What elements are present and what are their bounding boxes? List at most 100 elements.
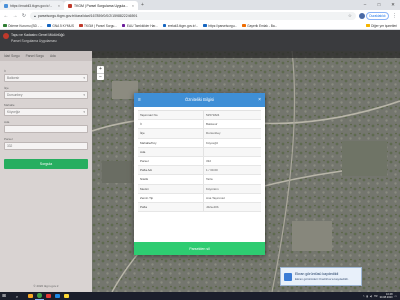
ilce-value: Dursunbey [7, 93, 23, 97]
sorgula-button[interactable]: Sorgula [4, 159, 88, 169]
chevron-down-icon: ▾ [83, 110, 85, 114]
clock[interactable]: 10:48 30.08.2020 [380, 293, 393, 299]
app-header: Tapu ve Kadastro Genel Müdürlüğü Parsel … [0, 30, 400, 51]
bookmark-favicon-icon [121, 23, 126, 28]
taskbar-app-3[interactable] [44, 292, 53, 300]
bookmark-item[interactable]: https://parselsorgu... [203, 24, 237, 28]
attribute-key: Ada [138, 147, 204, 156]
field-label: Parsel [4, 137, 13, 141]
other-bookmarks[interactable]: Diğer yer işaretleri [366, 24, 397, 28]
bookmark-favicon-icon [242, 23, 246, 28]
new-tab-button[interactable]: + [138, 1, 147, 10]
attribute-key: Pafta Adı [138, 166, 204, 175]
bookmark-item[interactable]: GNA 5 KYMUS [47, 24, 74, 28]
tab-close-icon[interactable]: × [58, 4, 60, 8]
attribute-value: Ana Taşınmaz [206, 195, 225, 200]
search-icon[interactable]: ⌕ [8, 292, 26, 300]
reload-icon[interactable]: ↻ [21, 13, 27, 19]
profile-status-button[interactable]: Duraklatıldı [365, 12, 389, 20]
table-row: Mahalle/Köy Köyceğiz [138, 138, 261, 148]
attribute-key: Mahalle/Köy [138, 138, 204, 147]
sidebar-tabs: İdari Sorgu Parsel Sorgu Ada [0, 51, 92, 61]
maximize-button[interactable]: □ [372, 0, 386, 10]
tab-idari-sorgu[interactable]: İdari Sorgu [4, 54, 20, 58]
mahalle-select[interactable]: Köyceğiz ▾ [4, 108, 88, 116]
attribute-value: Köyceğiz [206, 140, 219, 145]
forward-icon[interactable]: → [12, 13, 18, 19]
attribute-value: 52571824 [206, 113, 220, 118]
clock-date: 30.08.2020 [379, 296, 393, 299]
notification-center-icon[interactable]: ▭ [395, 295, 397, 298]
bookmark-favicon-icon [79, 23, 83, 28]
bookmark-label: Gayerik Emlak - Ba... [247, 23, 278, 28]
bookmark-item[interactable]: erelak3.tkgm.gov.tr/... [162, 24, 198, 28]
tkgm-logo [3, 33, 9, 39]
tab-favicon-icon [68, 3, 72, 8]
zoom-control: + − [97, 66, 104, 80]
zoom-in-button[interactable]: + [97, 66, 104, 73]
tab-parsel-sorgu[interactable]: Parsel Sorgu [26, 54, 44, 58]
bookmark-star-icon[interactable]: ☆ [348, 13, 352, 19]
start-button[interactable]: ⊞ [0, 292, 8, 300]
tab-ada[interactable]: Ada [50, 54, 56, 58]
app-title-line-2: Parsel Sorgulama Uygulaması [11, 39, 57, 43]
screenshot-saved-notification[interactable]: Ekran görüntüsü kaydedildi Ekran görüntü… [280, 267, 362, 286]
ilce-select[interactable]: Dursunbey ▾ [4, 91, 88, 99]
address-bar[interactable]: 🔒︎ parselsorgu.tkgm.gov.tr/#ara/idari/16… [30, 12, 356, 20]
taskbar-app-5[interactable] [62, 292, 71, 300]
profile-area: Duraklatıldı [358, 12, 389, 20]
table-row: Ada [138, 147, 261, 157]
browser-tab-bar: https://enabil3.tkgm.gov.tr/... × TKGM |… [0, 0, 400, 10]
taskbar-app-explorer[interactable] [26, 292, 35, 300]
attribute-table: Taşınmaz No 52571824 İl Balıkesir İlçe Durs… [138, 110, 261, 213]
browser-tab-2-active[interactable]: TKGM | Parsel Sorgulama Uygula... × [64, 1, 138, 10]
ada-input[interactable] [4, 125, 88, 133]
table-row: İlçe Dursunbey [138, 129, 261, 139]
taskbar-app-chrome[interactable] [35, 292, 44, 300]
chevron-down-icon: ▾ [83, 93, 85, 97]
parsel-value: 332 [7, 144, 13, 148]
attribute-key: Zemin Tip [138, 193, 204, 202]
zoom-out-button[interactable]: − [97, 73, 104, 80]
chevron-up-icon[interactable]: ˄ [363, 295, 365, 298]
bookmark-item[interactable]: TKGM | Parsel Sorgu... [79, 24, 117, 28]
query-sidebar: İdari Sorgu Parsel Sorgu Ada İl Balıkesi… [0, 51, 92, 292]
attribute-value: Balıkesir [206, 122, 218, 127]
bookmark-label: Ödeme Kurumu (BD - ... [8, 23, 43, 28]
network-icon[interactable]: ▮ [366, 295, 367, 298]
avatar[interactable] [358, 13, 365, 19]
bookmark-favicon-icon [47, 23, 51, 28]
dialog-header: ≡ Özniteliki Bilgisi × [134, 93, 265, 107]
browser-tab-1[interactable]: https://enabil3.tkgm.gov.tr/... × [0, 1, 64, 10]
chrome-icon [37, 293, 42, 298]
table-row: Pafta J22a-20b [138, 202, 261, 213]
url-text: parselsorgu.tkgm.gov.tr/#ara/idari/16785… [37, 14, 138, 18]
attribute-value: 332 [206, 159, 212, 164]
tab-title: https://enabil3.tkgm.gov.tr/... [10, 3, 53, 8]
browser-menu-icon[interactable]: ⋮ [392, 13, 397, 19]
remove-parcel-button[interactable]: Parselden sil [134, 242, 265, 255]
bookmark-favicon-icon [3, 23, 7, 28]
folder-icon [28, 293, 33, 299]
taskbar-app-4[interactable] [53, 292, 62, 300]
bookmark-item[interactable]: Ödeme Kurumu (BD - ... [3, 24, 42, 28]
parsel-input[interactable]: 332 [4, 142, 88, 150]
back-icon[interactable]: ← [3, 13, 9, 19]
volume-icon[interactable]: ◂) [370, 295, 372, 298]
il-select[interactable]: Balıkesir ▾ [4, 74, 88, 82]
attribute-info-dialog: ≡ Özniteliki Bilgisi × Taşınmaz No 525718… [134, 93, 265, 255]
bookmark-item[interactable]: Gayerik Emlak - Ba... [242, 24, 277, 28]
attribute-key: Mevkii [138, 184, 204, 193]
close-window-button[interactable]: ✕ [386, 0, 400, 10]
system-tray: ˄ ▮ ◂) TR 10:48 30.08.2020 ▭ [363, 293, 400, 299]
minimize-button[interactable]: – [358, 0, 372, 10]
onedrive-icon [284, 272, 292, 281]
tab-close-icon[interactable]: × [132, 4, 134, 8]
bookmark-label: GNA 5 KYMUS [52, 23, 74, 28]
bookmark-item[interactable]: EAU Tamlıkikler Har... [121, 23, 158, 28]
notification-title: Ekran görüntüsü kaydedildi [295, 272, 339, 276]
app-icon [46, 293, 51, 299]
tab-title: TKGM | Parsel Sorgulama Uygula... [74, 3, 128, 8]
chevron-down-icon: ▾ [83, 76, 85, 80]
language-indicator[interactable]: TR [374, 295, 377, 298]
